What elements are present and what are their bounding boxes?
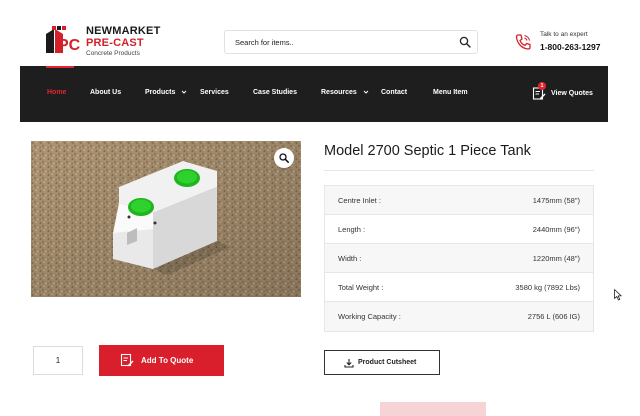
phone-icon: [515, 34, 531, 50]
zoom-button[interactable]: [274, 148, 294, 168]
nav-item-case-studies[interactable]: Case Studies: [253, 89, 297, 96]
download-icon: [344, 359, 354, 368]
title-divider: [324, 170, 594, 171]
view-quotes-label: View Quotes: [551, 90, 593, 97]
spec-value: 3580 kg (7892 Lbs): [515, 283, 580, 292]
nav-item-home[interactable]: Home: [45, 66, 75, 96]
spec-value: 2440mm (96"): [532, 225, 580, 234]
nav-item-products-label: Products: [145, 89, 176, 96]
spec-value: 1220mm (48"): [532, 254, 580, 263]
spec-value: 1475mm (58"): [532, 196, 580, 205]
expert-phone-number[interactable]: 1-800-263-1297: [540, 42, 601, 52]
zoom-icon: [279, 153, 289, 163]
product-specs-table: Centre Inlet : 1475mm (58") Length : 244…: [324, 185, 594, 332]
main-nav: Home About Us Products Services Case Stu…: [20, 66, 608, 122]
nav-item-menu-item[interactable]: Menu Item: [433, 89, 468, 96]
spec-value: 2756 L (606 IG): [527, 312, 580, 321]
logo-mark-icon: PC: [46, 26, 81, 54]
spec-label: Centre Inlet :: [338, 196, 381, 205]
nav-item-resources-label: Resources: [321, 89, 357, 96]
spec-row-working-capacity: Working Capacity : 2756 L (606 IG): [325, 302, 593, 331]
product-image[interactable]: [31, 141, 301, 297]
add-to-quote-button[interactable]: Add To Quote: [99, 345, 224, 376]
septic-tank-image: [31, 141, 301, 297]
chevron-down-icon: [363, 90, 369, 94]
spec-label: Working Capacity :: [338, 312, 401, 321]
nav-item-resources[interactable]: Resources: [321, 89, 369, 96]
spec-row-length: Length : 2440mm (96"): [325, 215, 593, 244]
logo-tagline: Concrete Products: [86, 50, 140, 57]
nav-item-products[interactable]: Products: [145, 89, 187, 96]
nav-item-services[interactable]: Services: [200, 89, 229, 96]
chevron-down-icon: [181, 90, 187, 94]
product-title: Model 2700 Septic 1 Piece Tank: [324, 143, 531, 159]
logo[interactable]: PC NEWMARKET PRE-CAST Concrete Products: [44, 24, 174, 58]
logo-line-newmarket: NEWMARKET: [86, 25, 161, 37]
search-icon[interactable]: [459, 36, 471, 48]
talk-to-expert: Talk to an expert 1-800-263-1297: [514, 29, 624, 59]
spec-row-total-weight: Total Weight : 3580 kg (7892 Lbs): [325, 273, 593, 302]
spec-row-centre-inlet: Centre Inlet : 1475mm (58"): [325, 186, 593, 215]
spec-row-width: Width : 1220mm (48"): [325, 244, 593, 273]
quote-edit-icon: [120, 353, 134, 367]
nav-item-about-us[interactable]: About Us: [90, 89, 121, 96]
spec-label: Width :: [338, 254, 362, 263]
logo-line-precast: PRE-CAST: [86, 37, 144, 49]
search-input[interactable]: [235, 31, 445, 53]
nav-item-contact[interactable]: Contact: [381, 89, 407, 96]
product-cutsheet-button[interactable]: Product Cutsheet: [324, 350, 440, 375]
expert-label: Talk to an expert: [540, 31, 588, 38]
quantity-input[interactable]: [33, 346, 83, 375]
site-header: PC NEWMARKET PRE-CAST Concrete Products …: [0, 14, 640, 66]
mouse-cursor-icon: [614, 289, 622, 301]
product-cutsheet-label: Product Cutsheet: [358, 359, 417, 366]
svg-text:PC: PC: [58, 37, 81, 54]
add-to-quote-label: Add To Quote: [141, 356, 194, 365]
quotes-count-badge: 1: [538, 82, 546, 90]
partial-button: [380, 402, 486, 416]
search-box: [224, 30, 478, 54]
spec-label: Total Weight :: [338, 283, 384, 292]
spec-label: Length :: [338, 225, 366, 234]
